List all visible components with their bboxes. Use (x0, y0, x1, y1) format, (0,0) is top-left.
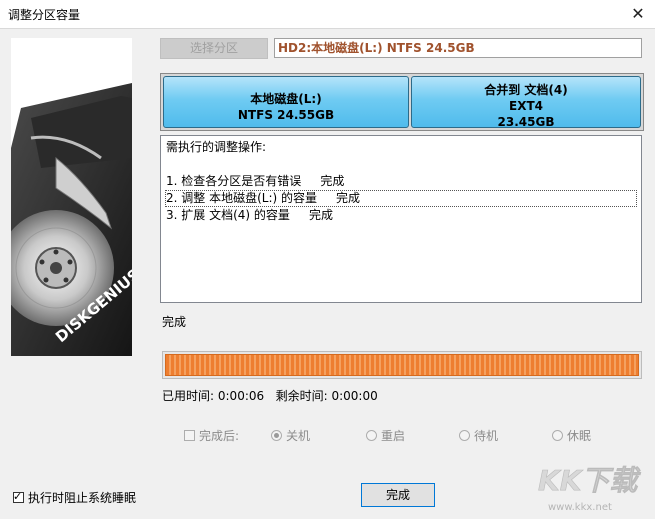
partition-block-local-disk[interactable]: 本地磁盘(L:) NTFS 24.55GB (163, 76, 409, 128)
kk-download-watermark: KK下载 www.kkx.net (534, 456, 652, 516)
operations-blank-line (165, 156, 637, 173)
radio-shutdown[interactable]: 关机 (271, 427, 310, 444)
diskgenius-side-image: DISKGENIUS (11, 38, 132, 356)
after-complete-checkbox[interactable]: 完成后: (184, 427, 239, 444)
time-row: 已用时间: 0:00:06 剩余时间: 0:00:00 (162, 387, 378, 404)
after-complete-label: 完成后: (199, 429, 240, 443)
watermark-logo-text: KK下载 (538, 464, 641, 497)
elapsed-time-value: 0:00:06 (217, 389, 265, 403)
progress-bar-fill (165, 354, 639, 376)
operations-heading: 需执行的调整操作: (166, 140, 267, 154)
radio-hibernate[interactable]: 休眠 (552, 427, 591, 444)
list-item[interactable]: 1. 检查各分区是否有错误 完成 (165, 173, 637, 190)
operations-list[interactable]: 需执行的调整操作: 1. 检查各分区是否有错误 完成 2. 调整 本地磁盘(L:… (160, 135, 642, 303)
partition-block-merge-target[interactable]: 合并到 文档(4) EXT4 23.45GB (411, 76, 641, 129)
radio-label: 重启 (381, 429, 406, 443)
partition-size: 23.45GB (497, 115, 555, 129)
partition-fs-size: NTFS 24.55GB (237, 108, 335, 122)
radio-icon (552, 430, 563, 441)
select-partition-button[interactable]: 选择分区 (160, 38, 268, 59)
list-item[interactable]: 2. 调整 本地磁盘(L:) 的容量 完成 (165, 190, 637, 207)
done-button[interactable]: 完成 (361, 483, 435, 507)
window-title: 调整分区容量 (8, 8, 81, 22)
remaining-time-label: 剩余时间: (275, 389, 328, 403)
watermark-url: www.kkx.net (548, 502, 612, 513)
radio-icon (271, 430, 282, 441)
status-text: 完成 (162, 315, 187, 329)
prevent-sleep-checkbox[interactable]: ✓ 执行时阻止系统睡眠 (13, 489, 136, 506)
radio-label: 待机 (474, 429, 499, 443)
prevent-sleep-label: 执行时阻止系统睡眠 (28, 491, 137, 505)
disk-path-field: HD2:本地磁盘(L:) NTFS 24.5GB (274, 38, 642, 58)
close-icon[interactable]: ✕ (621, 0, 655, 28)
elapsed-time-label: 已用时间: (162, 389, 215, 403)
partition-name: 合并到 文档(4) (484, 83, 568, 97)
checkbox-checked-icon: ✓ (13, 490, 24, 503)
title-bar: 调整分区容量 ✕ (0, 0, 655, 29)
partition-map: 本地磁盘(L:) NTFS 24.55GB 合并到 文档(4) EXT4 23.… (160, 73, 644, 131)
remaining-time-value: 0:00:00 (331, 389, 378, 403)
radio-restart[interactable]: 重启 (366, 427, 405, 444)
progress-bar (162, 351, 642, 379)
radio-label: 休眠 (567, 429, 592, 443)
radio-standby[interactable]: 待机 (459, 427, 498, 444)
hard-disk-illustration: DISKGENIUS (11, 38, 132, 356)
partition-name: 本地磁盘(L:) (250, 92, 322, 106)
radio-label: 关机 (286, 429, 311, 443)
partition-fs: EXT4 (509, 99, 543, 113)
checkbox-icon (184, 430, 195, 441)
list-item[interactable]: 3. 扩展 文档(4) 的容量 完成 (165, 207, 637, 224)
radio-icon (366, 430, 377, 441)
radio-icon (459, 430, 470, 441)
